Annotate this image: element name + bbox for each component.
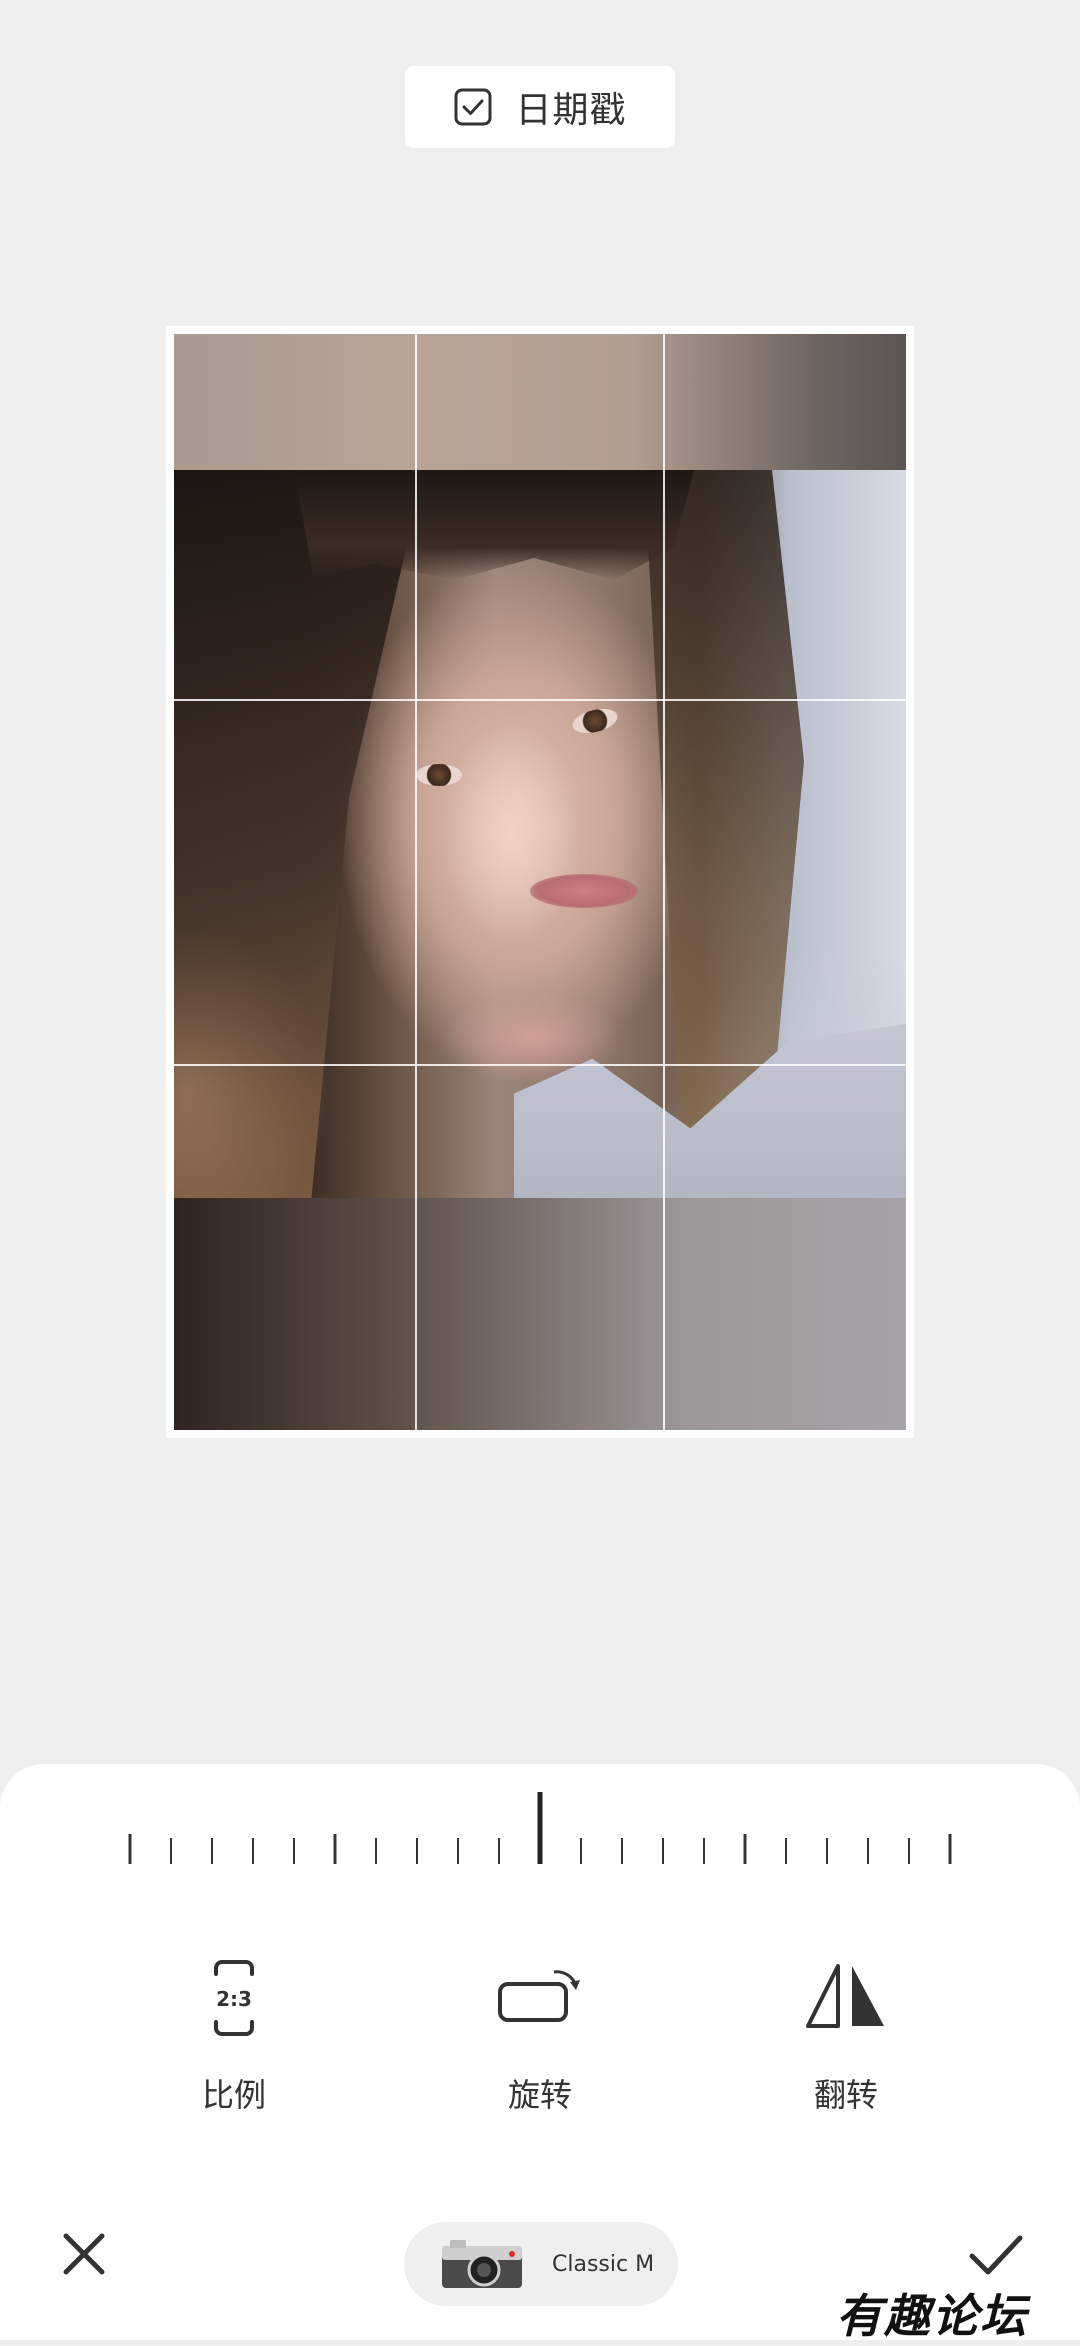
site-watermark: 有趣论坛 [836, 2289, 1028, 2343]
flip-label: 翻转 [813, 2076, 878, 2114]
rotate-button[interactable]: 旋转 [440, 1960, 640, 2130]
date-stamp-toggle[interactable]: 日期戳 [405, 66, 675, 148]
blurred-fill-top [174, 334, 906, 470]
rotate-icon [498, 1970, 580, 2022]
crop-grid-line [663, 334, 665, 1430]
rotation-ruler[interactable] [120, 1790, 960, 1880]
photo-detail [294, 470, 694, 580]
date-stamp-label: 日期戳 [515, 90, 627, 131]
checkmark-icon[interactable] [966, 2228, 1026, 2282]
crop-grid-line [174, 699, 906, 701]
flip-icon [806, 1964, 884, 2028]
checkbox-checked-icon[interactable] [453, 87, 493, 127]
photo-detail [530, 874, 638, 908]
crop-grid-line [174, 1064, 906, 1066]
rotate-label: 旋转 [507, 2076, 572, 2114]
close-icon[interactable] [56, 2226, 112, 2282]
aspect-ratio-label: 比例 [201, 2076, 266, 2114]
crop-frame[interactable] [166, 326, 914, 1438]
camera-preset-chip[interactable]: Classic M [404, 2222, 678, 2306]
camera-preset-name: Classic M [552, 2251, 655, 2277]
photo-canvas[interactable] [174, 334, 906, 1430]
edit-tools: 2:3 比例 旋转 翻转 [0, 1960, 1080, 2130]
aspect-ratio-button[interactable]: 2:3 比例 [134, 1960, 334, 2130]
crop-grid-line [415, 334, 417, 1430]
blurred-fill-bottom [174, 1198, 906, 1430]
camera-icon [442, 2240, 522, 2288]
aspect-ratio-icon-text: 2:3 [216, 1987, 252, 2011]
flip-button[interactable]: 翻转 [746, 1960, 946, 2130]
aspect-ratio-icon: 2:3 [214, 1960, 254, 2036]
photo-detail [416, 764, 462, 786]
